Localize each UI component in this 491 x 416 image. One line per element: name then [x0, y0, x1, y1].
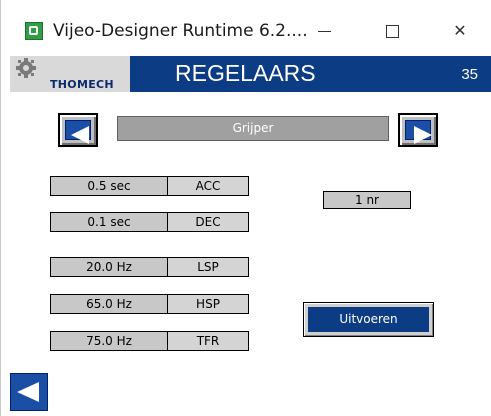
hsp-label: HSP — [167, 294, 249, 314]
next-button-face — [405, 120, 432, 144]
page-title: REGELAARS — [175, 60, 316, 86]
arrow-right-icon — [414, 126, 432, 144]
gear-logo-icon — [16, 58, 36, 78]
back-arrow-icon — [17, 382, 39, 402]
back-button[interactable] — [10, 373, 48, 411]
hsp-value-field[interactable]: 65.0 Hz — [50, 294, 168, 314]
screen-header: THOMECH REGELAARS 35 — [10, 56, 491, 92]
maximize-button[interactable] — [369, 14, 415, 48]
tfr-value-field[interactable]: 75.0 Hz — [50, 331, 168, 351]
acc-label: ACC — [167, 176, 249, 196]
close-icon: ✕ — [453, 21, 467, 40]
execute-button[interactable]: Uitvoeren — [303, 302, 434, 337]
minimize-icon — [317, 31, 331, 32]
selected-item-label: Grijper — [117, 116, 389, 141]
logo-text: THOMECH — [50, 78, 114, 91]
tfr-label: TFR — [167, 331, 249, 351]
window-title: Vijeo-Designer Runtime 6.2.... — [53, 21, 308, 41]
lsp-label: LSP — [167, 257, 249, 277]
window-titlebar[interactable]: Vijeo-Designer Runtime 6.2.... ✕ — [1, 0, 491, 52]
company-logo: THOMECH — [10, 56, 130, 92]
dec-value-field[interactable]: 0.1 sec — [50, 212, 168, 232]
lsp-value-field[interactable]: 20.0 Hz — [50, 257, 168, 277]
minimize-button[interactable] — [301, 14, 347, 48]
screen-number: 35 — [461, 66, 478, 83]
dec-label: DEC — [167, 212, 249, 232]
execute-button-label: Uitvoeren — [308, 307, 429, 332]
acc-value-field[interactable]: 0.5 sec — [50, 176, 168, 196]
next-button[interactable] — [398, 113, 438, 147]
previous-button[interactable] — [58, 113, 98, 147]
count-field[interactable]: 1 nr — [323, 191, 411, 209]
previous-button-face — [65, 120, 91, 144]
maximize-icon — [385, 25, 399, 38]
close-button[interactable]: ✕ — [437, 14, 483, 48]
app-window: Vijeo-Designer Runtime 6.2.... ✕ THOMECH… — [0, 0, 491, 416]
arrow-left-icon — [71, 126, 89, 144]
app-icon — [25, 22, 43, 40]
